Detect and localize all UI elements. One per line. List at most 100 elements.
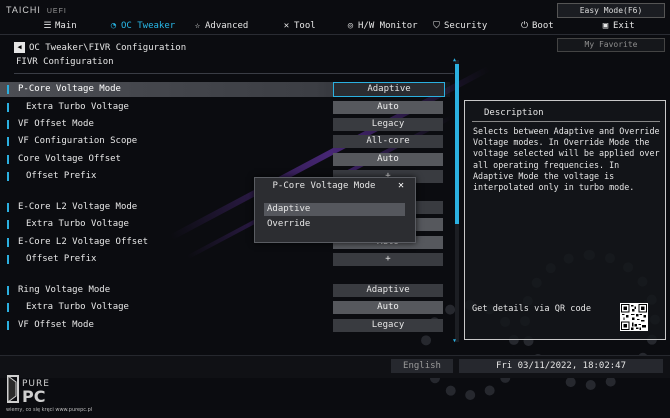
datetime-display: Fri 03/11/2022, 18:02:47	[459, 359, 663, 373]
easy-mode-button[interactable]: Easy Mode(F6)	[557, 3, 665, 18]
tab-main[interactable]: ☰ Main	[42, 18, 76, 34]
language-button[interactable]: English	[391, 359, 453, 373]
setting-row-p-core-voltage-mode[interactable]: P-Core Voltage Mode Adaptive	[0, 82, 450, 97]
description-line: voltage selected will be applied over	[473, 148, 660, 159]
qr-code-icon	[620, 303, 648, 331]
setting-row-extra-turbo-voltage[interactable]: Extra Turbo Voltage Auto	[0, 100, 450, 115]
setting-label: Extra Turbo Voltage	[26, 219, 129, 229]
setting-value[interactable]: Auto	[333, 101, 443, 114]
row-marker	[7, 220, 9, 229]
setting-label: Extra Turbo Voltage	[26, 102, 129, 112]
setting-row-ring-voltage-mode[interactable]: Ring Voltage Mode Adaptive	[0, 283, 450, 298]
setting-row-extra-turbo-voltage[interactable]: Extra Turbo Voltage Auto	[0, 300, 450, 315]
svg-text:PC: PC	[22, 387, 45, 406]
tab-oc-tweaker[interactable]: ◔ OC Tweaker	[108, 18, 175, 34]
oc-tweaker-icon: ◔	[110, 21, 117, 31]
dialog-option-adaptive[interactable]: Adaptive	[264, 203, 405, 216]
row-marker	[7, 155, 9, 164]
main-menu-icon: ☰	[43, 21, 52, 31]
description-line: Selects between Adaptive and Override	[473, 126, 660, 136]
setting-value[interactable]: Legacy	[333, 319, 443, 332]
advanced-star-icon: ☆	[194, 21, 201, 31]
dialog-option-override[interactable]: Override	[264, 218, 405, 231]
brand-name: TAICHI	[6, 5, 41, 15]
my-favorite-button[interactable]: My Favorite	[557, 38, 665, 52]
watermark-slogan: wiemy, co się kręci www.purepc.pl	[6, 407, 93, 413]
tab-boot[interactable]: ⏻ Boot	[519, 18, 554, 34]
setting-value[interactable]: Auto	[333, 153, 443, 166]
security-shield-icon: ⛉	[433, 21, 440, 31]
section-title: FIVR Configuration	[16, 57, 114, 67]
row-marker	[7, 286, 9, 295]
setting-value[interactable]: Legacy	[333, 118, 443, 131]
hw-monitor-icon: ◎	[347, 21, 354, 31]
row-marker	[7, 255, 9, 264]
boot-power-icon: ⏻	[520, 21, 529, 31]
description-line: all operating frequencies. In	[473, 159, 620, 170]
description-text: Selects between Adaptive and Override Vo…	[473, 126, 661, 193]
description-divider	[472, 121, 660, 122]
setting-label: E-Core L2 Voltage Offset	[18, 237, 149, 247]
setting-row-vf-offset-mode[interactable]: VF Offset Mode Legacy	[0, 318, 450, 333]
scroll-down-arrow-icon[interactable]: ▼	[453, 338, 456, 344]
tab-tool[interactable]: ✕ Tool	[281, 18, 316, 34]
tab-hw-monitor[interactable]: ◎ H/W Monitor	[345, 18, 418, 34]
close-icon[interactable]: ✕	[398, 180, 404, 191]
setting-value[interactable]: Adaptive	[333, 82, 445, 97]
scroll-up-arrow-icon[interactable]: ▲	[453, 57, 456, 63]
setting-label: Offset Prefix	[26, 171, 97, 181]
row-marker	[7, 321, 9, 330]
row-marker	[7, 238, 9, 247]
brand-sub: UEFI	[46, 8, 67, 15]
tab-security[interactable]: ⛉ Security	[431, 18, 487, 34]
setting-label: E-Core L2 Voltage Mode	[18, 202, 138, 212]
row-marker	[7, 120, 9, 129]
tab-hw-monitor-label: H/W Monitor	[358, 21, 418, 31]
tab-oc-tweaker-label: OC Tweaker	[121, 21, 176, 31]
tab-boot-label: Boot	[532, 21, 554, 31]
tab-exit[interactable]: ▣ Exit	[600, 18, 635, 34]
main-navigation: ☰ Main ◔ OC Tweaker ☆ Advanced ✕ Tool ◎ H/W M…	[0, 18, 634, 34]
tab-security-label: Security	[444, 21, 488, 31]
setting-row-vf-offset-mode[interactable]: VF Offset Mode Legacy	[0, 117, 450, 132]
setting-row-offset-prefix[interactable]: Offset Prefix +	[0, 252, 450, 267]
row-marker	[7, 137, 9, 146]
row-marker	[7, 103, 9, 112]
row-marker	[7, 172, 9, 181]
brand-logo: TAICHI UEFI	[6, 5, 67, 15]
scrollbar-thumb[interactable]	[455, 64, 459, 224]
row-marker	[7, 303, 9, 312]
tab-exit-label: Exit	[613, 21, 635, 31]
setting-value[interactable]: Adaptive	[333, 284, 443, 297]
setting-value[interactable]: Auto	[333, 301, 443, 314]
description-title: Description	[484, 108, 544, 118]
description-line: Adaptive Mode the voltage is	[473, 170, 615, 181]
setting-label: VF Offset Mode	[18, 119, 94, 129]
row-marker	[7, 85, 9, 94]
exit-door-icon: ▣	[602, 21, 609, 31]
description-line: interpolated only in turbo mode.	[473, 182, 635, 193]
tool-icon: ✕	[283, 21, 290, 31]
description-line: Voltage modes. In Override Mode the	[473, 137, 650, 148]
breadcrumb: ◀ OC Tweaker\FIVR Configuration	[14, 42, 186, 53]
nav-divider	[0, 34, 670, 35]
row-marker	[7, 203, 9, 212]
setting-label: Offset Prefix	[26, 254, 97, 264]
back-arrow-icon[interactable]: ◀	[14, 42, 25, 53]
setting-label: Ring Voltage Mode	[18, 285, 111, 295]
setting-row-core-voltage-offset[interactable]: Core Voltage Offset Auto	[0, 152, 450, 167]
tab-tool-label: Tool	[294, 21, 316, 31]
breadcrumb-text: OC Tweaker\FIVR Configuration	[29, 43, 187, 53]
setting-row-vf-configuration-scope[interactable]: VF Configuration Scope All-core	[0, 134, 450, 149]
dialog-title: P-Core Voltage Mode	[272, 181, 376, 191]
setting-label: Extra Turbo Voltage	[26, 302, 129, 312]
setting-label: P-Core Voltage Mode	[18, 84, 121, 94]
setting-value[interactable]: +	[333, 253, 443, 266]
qr-code-caption: Get details via QR code	[472, 304, 591, 314]
setting-value[interactable]: All-core	[333, 135, 443, 148]
section-divider	[14, 73, 454, 74]
tab-advanced[interactable]: ☆ Advanced	[192, 18, 249, 34]
tab-advanced-label: Advanced	[205, 21, 249, 31]
setting-label: VF Configuration Scope	[18, 136, 138, 146]
setting-label: VF Offset Mode	[18, 320, 94, 330]
